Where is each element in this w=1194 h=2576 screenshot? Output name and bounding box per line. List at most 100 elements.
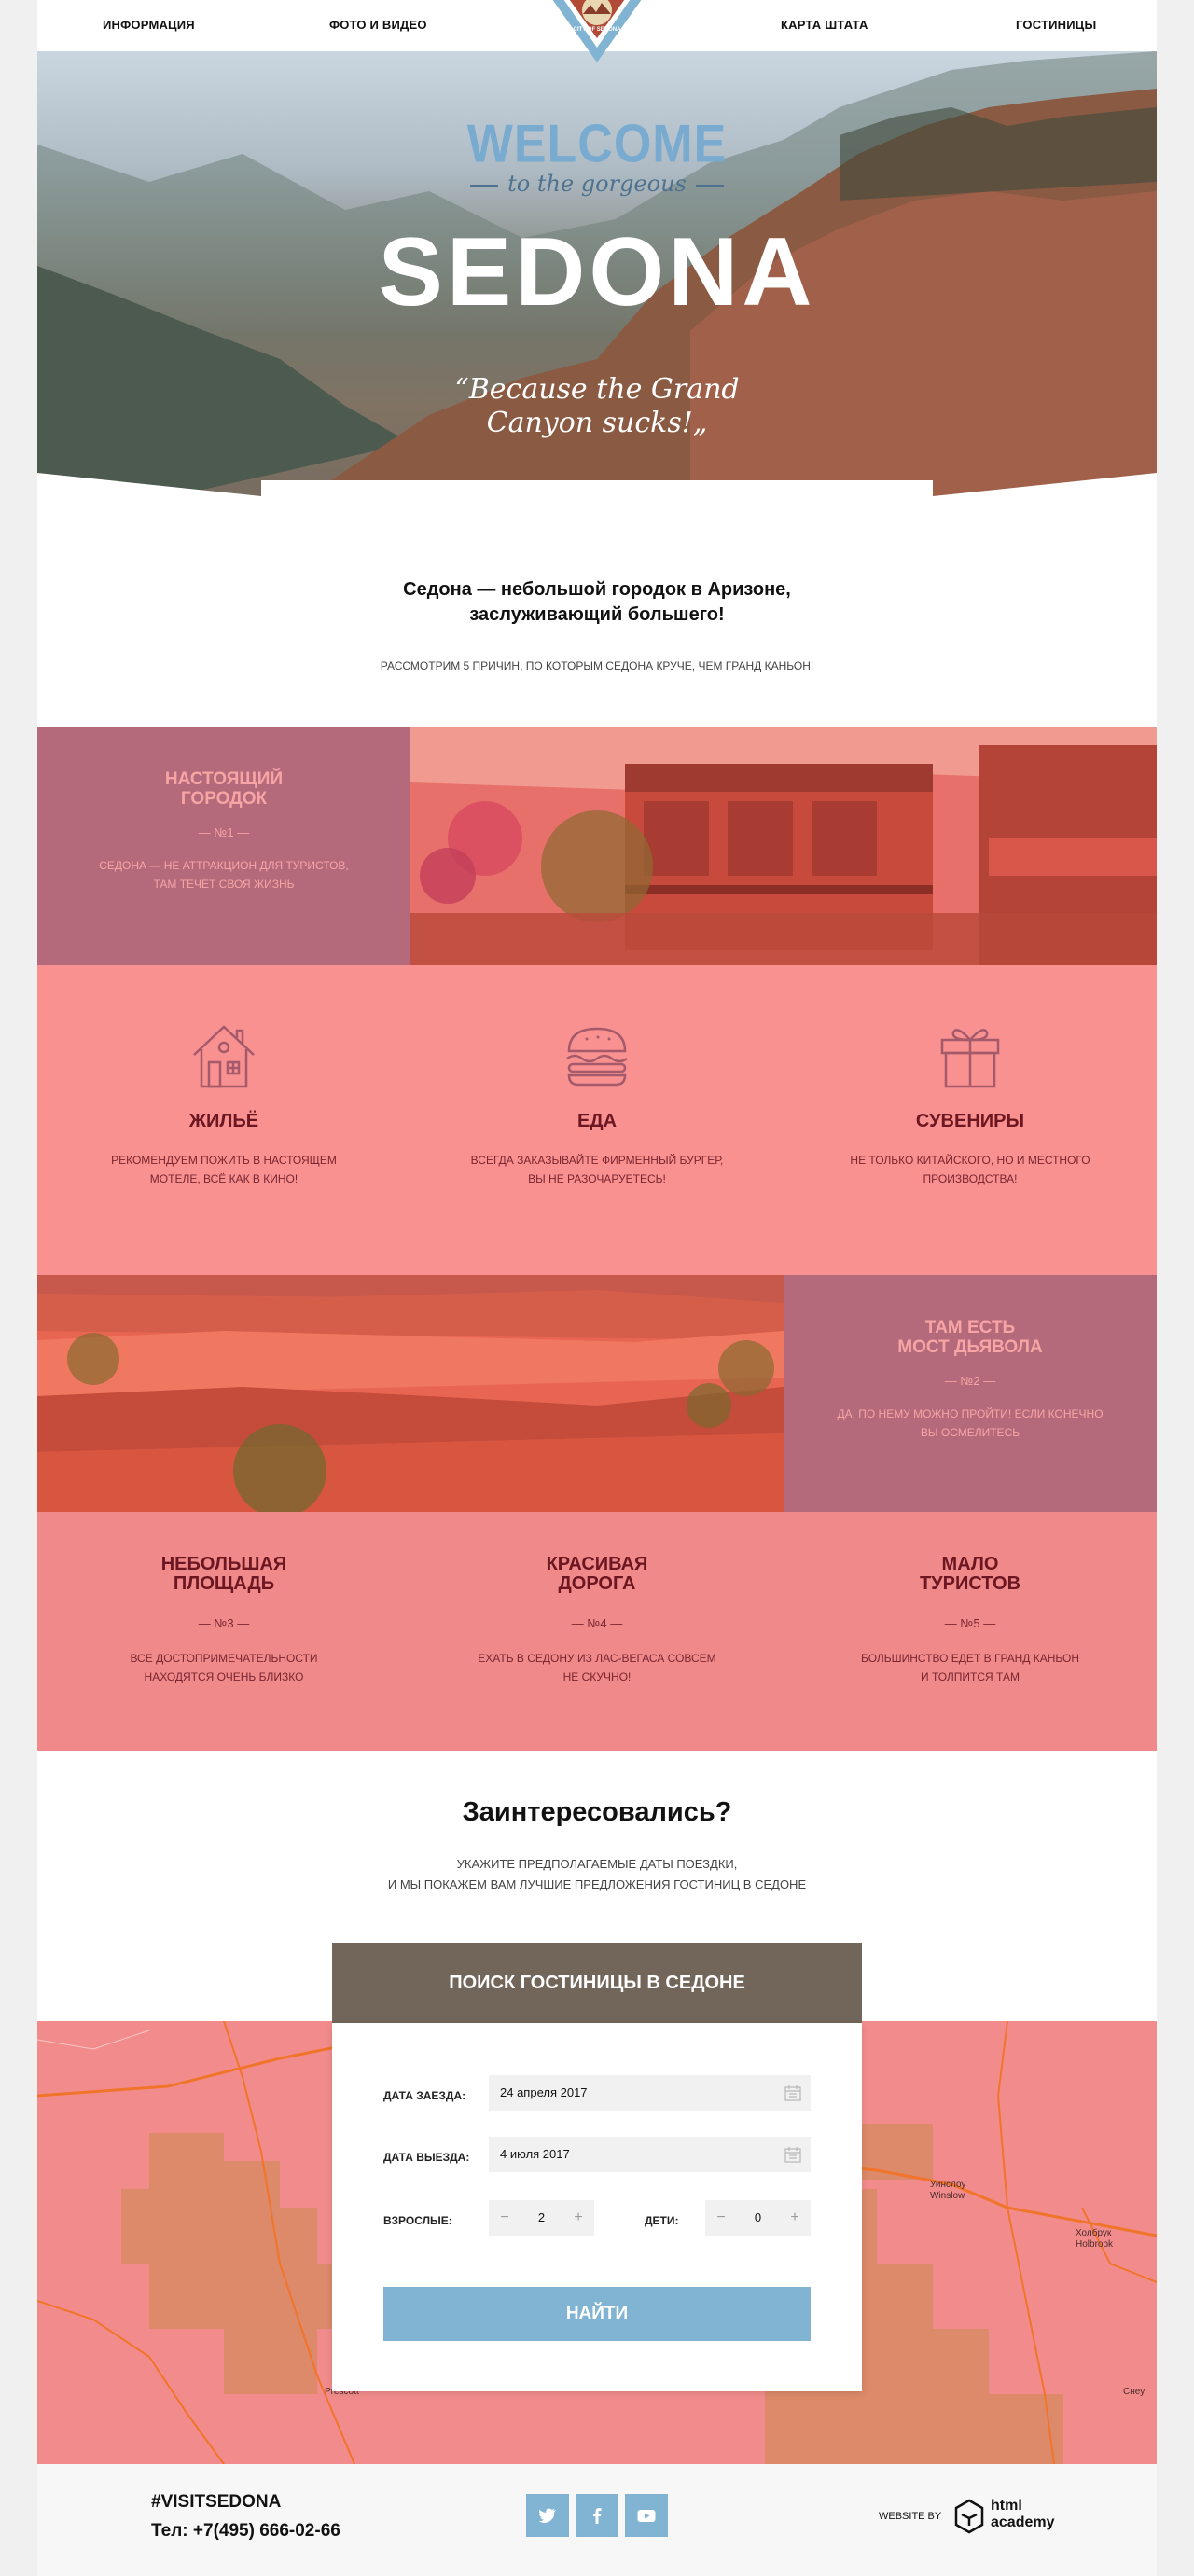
house-icon xyxy=(193,1025,255,1088)
reason-text-line-2: вы осмелитесь xyxy=(920,1426,1020,1439)
nav-media[interactable]: Фото и видео xyxy=(329,18,427,32)
quote-line-1: Because the Grand xyxy=(468,373,740,406)
devils-bridge-photo xyxy=(37,1275,784,1512)
html-academy-logo-icon[interactable] xyxy=(953,2498,985,2535)
website-by-label: Website by xyxy=(879,2511,942,2522)
reason-text-line-2: там течёт своя жизнь xyxy=(153,878,295,891)
nav-info[interactable]: Информация xyxy=(103,18,195,32)
reason-card-1: Настоящий городок — №1 — Седона — не атт… xyxy=(37,727,410,965)
small-reasons-section: Небольшая площадь — №3 — Все достопримеч… xyxy=(37,1512,1157,1751)
children-value[interactable]: 0 xyxy=(737,2200,779,2236)
feature-text-line-2: вы не разочаруетесь! xyxy=(528,1172,666,1185)
reason-text-line-1: Все достопримечательности xyxy=(130,1652,318,1665)
adults-value[interactable]: 2 xyxy=(521,2200,562,2236)
footer-hashtag: #VISITSEDONA xyxy=(151,2492,282,2512)
reason-title-line-1: Там есть xyxy=(924,1318,1016,1337)
page: Информация Фото и видео Карта штата Гост… xyxy=(37,0,1157,2576)
reason-text-line-1: Да, по нему можно пройти! Если конечно xyxy=(837,1407,1104,1420)
checkin-field[interactable]: 24 апреля 2017 xyxy=(489,2075,811,2111)
checkout-field[interactable]: 4 июля 2017 xyxy=(489,2137,811,2172)
reason-title-line-2: мост дьявола xyxy=(897,1337,1043,1357)
adults-minus-button[interactable]: − xyxy=(489,2200,521,2236)
reason-title: Там есть мост дьявола xyxy=(784,1318,1157,1357)
gift-icon xyxy=(940,1029,1000,1088)
hero-title: SEDONA xyxy=(378,218,816,326)
reason-card-2: Там есть мост дьявола — №2 — Да, по нему… xyxy=(784,1275,1157,1512)
feature-text-line-1: Не только китайского, но и местного xyxy=(850,1154,1090,1167)
town-photo xyxy=(410,727,1157,965)
hero-subtitle-row: to the gorgeous xyxy=(37,171,1157,197)
reason-text: Все достопримечательности находятся очен… xyxy=(37,1649,410,1686)
facebook-button[interactable] xyxy=(576,2494,618,2537)
reason-number: — №2 — xyxy=(944,1374,996,1388)
hero-welcome: WELCOME xyxy=(466,115,728,174)
reason-title-line-1: Небольшая xyxy=(160,1554,287,1574)
twitter-icon xyxy=(538,2508,556,2523)
logo-text: CITY OF SEDONA xyxy=(574,27,622,33)
reason-title-line-2: городок xyxy=(180,789,268,809)
feature-text-line-2: производства! xyxy=(923,1172,1018,1185)
checkin-value: 24 апреля 2017 xyxy=(500,2085,588,2099)
divider xyxy=(470,184,499,187)
feature-text-line-2: мотеле, всё как в кино! xyxy=(149,1172,298,1185)
burger-icon xyxy=(566,1027,628,1087)
reason-text: Большинство едет в Гранд Каньон и толпит… xyxy=(784,1649,1157,1686)
adults-stepper: − 2 + xyxy=(489,2200,594,2236)
feature-food: Еда Всегда заказывайте фирменный бургер,… xyxy=(410,1019,784,1188)
interest-text: Укажите предполагаемые даты поездки, и м… xyxy=(37,1854,1157,1895)
reason-text-line-2: и толпится там xyxy=(920,1670,1020,1683)
hero-subtitle: to the gorgeous xyxy=(507,171,687,197)
reason-text: Да, по нему можно пройти! Если конечно в… xyxy=(784,1405,1157,1442)
facebook-icon xyxy=(593,2508,602,2524)
hotel-search-form: Дата заезда: 24 апреля 2017 Дата выезда:… xyxy=(332,2023,862,2391)
map-label-holbrook: Холбрук Holbrook xyxy=(1076,2228,1114,2250)
intro-title-line-1: Седона — небольшой городок в Аризоне, xyxy=(403,579,791,600)
interest-title: Заинтересовались? xyxy=(462,1797,732,1827)
divider xyxy=(695,184,724,187)
feature-souvenirs: Сувениры Не только китайского, но и мест… xyxy=(784,1019,1157,1188)
reason-number: — №5 — xyxy=(944,1616,996,1630)
youtube-icon xyxy=(637,2510,656,2522)
children-plus-button[interactable]: + xyxy=(779,2200,811,2236)
reason-number: — №4 — xyxy=(571,1616,623,1630)
reason-title: Небольшая площадь xyxy=(37,1555,410,1594)
map-label-snowflake: Снеу xyxy=(1123,2387,1145,2397)
adults-label: Взрослые: xyxy=(383,2214,452,2227)
reason-text-line-1: Большинство едет в Гранд Каньон xyxy=(860,1652,1080,1665)
reason-title-line-1: Красивая xyxy=(546,1554,648,1574)
html-academy-logo-text[interactable]: html academy xyxy=(991,2498,1055,2531)
feature-title: Жильё xyxy=(188,1111,259,1131)
nav-map[interactable]: Карта штата xyxy=(781,18,868,32)
html-academy-line-1: html xyxy=(991,2498,1022,2514)
reason-title-line-2: дорога xyxy=(558,1573,636,1594)
reason-title: Мало туристов xyxy=(784,1555,1157,1594)
twitter-button[interactable] xyxy=(526,2494,569,2537)
footer-phone: Тел: +7(495) 666-02-66 xyxy=(151,2521,340,2541)
intro-title: Седона — небольшой городок в Аризоне, за… xyxy=(37,577,1157,628)
reason-title-line-2: туристов xyxy=(919,1573,1021,1594)
reason-card-5: Мало туристов — №5 — Большинство едет в … xyxy=(784,1555,1157,1686)
adults-plus-button[interactable]: + xyxy=(562,2200,594,2236)
reason-text-line-2: находятся очень близко xyxy=(144,1670,304,1683)
search-submit-button[interactable]: Найти xyxy=(383,2287,811,2341)
reason-text: Седона — не аттракцион для туристов, там… xyxy=(37,856,410,893)
reason-title: Настоящий городок xyxy=(37,769,410,809)
site-footer: #VISITSEDONA Тел: +7(495) 666-02-66 Webs… xyxy=(37,2464,1157,2576)
reason-card-3: Небольшая площадь — №3 — Все достопримеч… xyxy=(37,1555,410,1686)
reason-text-line-2: не скучно! xyxy=(562,1670,632,1683)
calendar-icon[interactable] xyxy=(784,2084,801,2101)
feature-text-line-1: Всегда заказывайте фирменный бургер, xyxy=(470,1154,724,1167)
nav-hotels[interactable]: Гостиницы xyxy=(1016,18,1096,32)
youtube-button[interactable] xyxy=(625,2494,668,2537)
reason-title-line-1: Мало xyxy=(941,1554,999,1574)
calendar-icon[interactable] xyxy=(784,2146,801,2163)
reason-number: — №1 — xyxy=(198,825,250,839)
children-minus-button[interactable]: − xyxy=(705,2200,737,2236)
hotel-search-title: Поиск гостиницы в Седоне xyxy=(332,1943,862,2023)
children-label: Дети: xyxy=(645,2214,679,2227)
feature-text: Всегда заказывайте фирменный бургер, вы … xyxy=(410,1151,784,1188)
hero-bottom-edge xyxy=(37,473,1157,527)
city-of-sedona-logo[interactable]: CITY OF SEDONA xyxy=(536,0,658,65)
feature-text-line-1: Рекомендуем пожить в настоящем xyxy=(111,1154,337,1167)
feature-housing: Жильё Рекомендуем пожить в настоящем мот… xyxy=(37,1019,410,1188)
